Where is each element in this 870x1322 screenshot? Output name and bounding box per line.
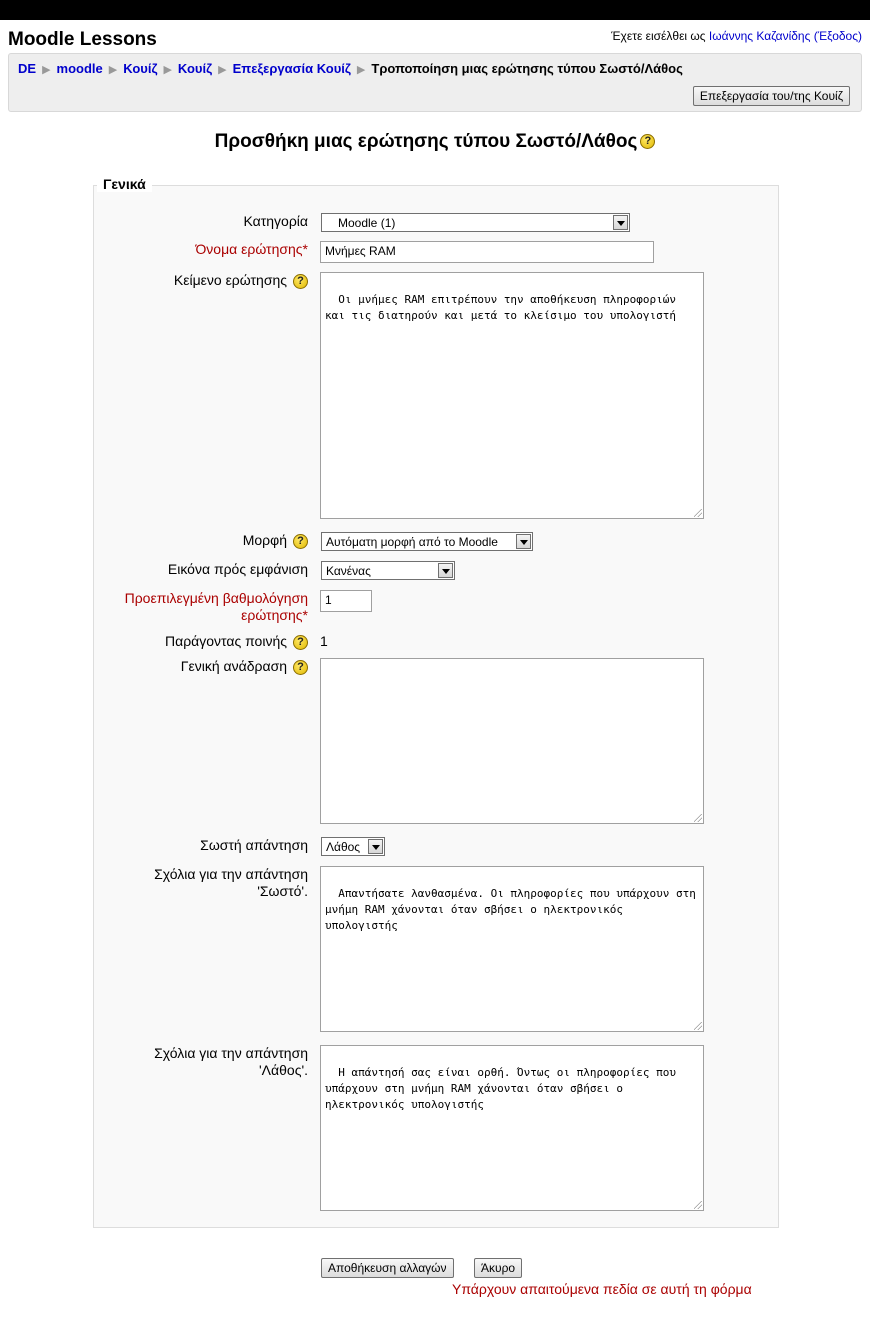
feedback-false-value: Η απάντησή σας είναι ορθή. Όντως οι πληρ…: [325, 1066, 683, 1111]
format-label-text: Μορφή: [242, 532, 287, 548]
login-prefix: Έχετε εισέλθει ως: [611, 29, 706, 43]
site-title[interactable]: Moodle Lessons: [8, 29, 157, 51]
general-feedback-label-text: Γενική ανάδραση: [180, 658, 287, 674]
feedback-true-textarea[interactable]: Απαντήσατε λανθασμένα. Οι πληροφορίες πο…: [320, 866, 704, 1032]
default-grade-label-line1: Προεπιλεγμένη βαθμολόγηση: [124, 590, 308, 606]
user-profile-link[interactable]: Ιωάννης Καζανίδης: [709, 29, 810, 43]
breadcrumb-current: Τροποποίηση μιας ερώτησης τύπου Σωστό/Λά…: [371, 61, 683, 76]
breadcrumb-quiz[interactable]: Κουίζ: [178, 61, 212, 76]
feedback-true-label-line2: 'Σωστό'.: [257, 883, 308, 899]
penalty-value: 1: [320, 633, 328, 649]
breadcrumb: DE ▶ moodle ▶ Κουίζ ▶ Κουίζ ▶ Επεξεργασία Κουίζ ▶…: [18, 61, 683, 76]
breadcrumb-separator-icon: ▶: [108, 64, 118, 76]
correct-answer-label: Σωστή απάντηση: [200, 837, 308, 853]
general-feedback-label: Γενική ανάδραση?: [181, 658, 308, 675]
navbar: DE ▶ moodle ▶ Κουίζ ▶ Κουίζ ▶ Επεξεργασία Κουίζ ▶…: [8, 53, 862, 112]
breadcrumb-de[interactable]: DE: [18, 61, 36, 76]
default-grade-label-line2: ερώτησης*: [241, 607, 308, 623]
help-icon[interactable]: ?: [293, 659, 308, 675]
correct-answer-select-value: Λάθος: [326, 840, 361, 854]
feedback-true-label-line1: Σχόλια για την απάντηση: [154, 866, 308, 882]
resize-grip-icon[interactable]: [694, 1201, 702, 1209]
breadcrumb-separator-icon: ▶: [163, 64, 172, 76]
question-text-value: Οι μνήμες RAM επιτρέπουν την αποθήκευση …: [325, 293, 683, 322]
category-label: Κατηγορία: [243, 213, 308, 229]
feedback-false-label-line2: 'Λάθος'.: [259, 1062, 308, 1078]
help-icon[interactable]: ?: [293, 634, 308, 650]
help-icon[interactable]: ?: [293, 533, 308, 549]
help-icon[interactable]: ?: [293, 273, 308, 289]
feedback-false-label: Σχόλια για την απάντηση 'Λάθος'.: [154, 1045, 308, 1079]
question-text-label-text: Κείμενο ερώτησης: [173, 272, 287, 288]
correct-answer-select[interactable]: Λάθος: [321, 837, 385, 856]
chevron-down-icon: [438, 563, 453, 578]
feedback-true-label: Σχόλια για την απάντηση 'Σωστό'.: [154, 866, 308, 900]
logout-link[interactable]: (Έξοδος): [814, 29, 862, 43]
save-changes-button[interactable]: Αποθήκευση αλλαγών: [321, 1258, 454, 1278]
breadcrumb-moodle[interactable]: moodle: [57, 61, 103, 76]
format-select-value: Αυτόματη μορφή από το Moodle: [326, 535, 498, 549]
breadcrumb-separator-icon: ▶: [218, 64, 227, 76]
general-feedback-textarea[interactable]: [320, 658, 704, 824]
format-select[interactable]: Αυτόματη μορφή από το Moodle: [321, 532, 533, 551]
help-icon[interactable]: ?: [640, 134, 656, 150]
page-title-text: Προσθήκη μιας ερώτησης τύπου Σωστό/Λάθος: [214, 131, 638, 152]
format-label: Μορφή?: [243, 532, 308, 549]
category-select-value: Moodle (1): [338, 216, 396, 230]
feedback-false-textarea[interactable]: Η απάντησή σας είναι ορθή. Όντως οι πληρ…: [320, 1045, 704, 1211]
breadcrumb-edit-quiz[interactable]: Επεξεργασία Κουίζ: [233, 61, 351, 76]
chevron-down-icon: [368, 839, 383, 854]
edit-quiz-button[interactable]: Επεξεργασία του/της Κουίζ: [692, 86, 850, 106]
question-text-label: Κείμενο ερώτησης?: [174, 272, 308, 289]
default-grade-label: Προεπιλεγμένη βαθμολόγηση ερώτησης*: [125, 590, 308, 624]
question-text-textarea[interactable]: Οι μνήμες RAM επιτρέπουν την αποθήκευση …: [320, 272, 704, 519]
resize-grip-icon[interactable]: [694, 814, 702, 822]
breadcrumb-quizzes[interactable]: Κουίζ: [123, 61, 157, 76]
resize-grip-icon[interactable]: [694, 1022, 702, 1030]
image-label: Εικόνα πρός εμφάνιση: [167, 561, 308, 577]
image-select[interactable]: Κανένας: [321, 561, 455, 580]
cancel-button[interactable]: Άκυρο: [474, 1258, 523, 1278]
category-select[interactable]: Moodle (1): [321, 213, 630, 232]
feedback-true-value: Απαντήσατε λανθασμένα. Οι πληροφορίες πο…: [325, 887, 703, 932]
login-info: Έχετε εισέλθει ως Ιωάννης Καζανίδης (Έξο…: [611, 29, 862, 43]
penalty-label: Παράγοντας ποινής?: [165, 633, 308, 650]
breadcrumb-separator-icon: ▶: [42, 64, 51, 76]
penalty-label-text: Παράγοντας ποινής: [164, 633, 287, 649]
breadcrumb-separator-icon: ▶: [356, 64, 366, 76]
fieldset-legend: Γενικά: [97, 176, 152, 192]
chevron-down-icon: [613, 215, 628, 230]
chevron-down-icon: [516, 534, 531, 549]
required-fields-note: Υπάρχουν απαιτούμενα πεδία σε αυτή τη φό…: [452, 1281, 752, 1297]
top-black-bar: [0, 0, 870, 20]
question-name-input[interactable]: Μνήμες RAM: [320, 241, 654, 263]
default-grade-input[interactable]: 1: [320, 590, 372, 612]
feedback-false-label-line1: Σχόλια για την απάντηση: [154, 1045, 308, 1061]
page-title: Προσθήκη μιας ερώτησης τύπου Σωστό/Λάθος…: [0, 131, 870, 153]
image-select-value: Κανένας: [326, 564, 371, 578]
resize-grip-icon[interactable]: [694, 509, 702, 517]
question-name-label: Όνομα ερώτησης*: [195, 241, 308, 257]
